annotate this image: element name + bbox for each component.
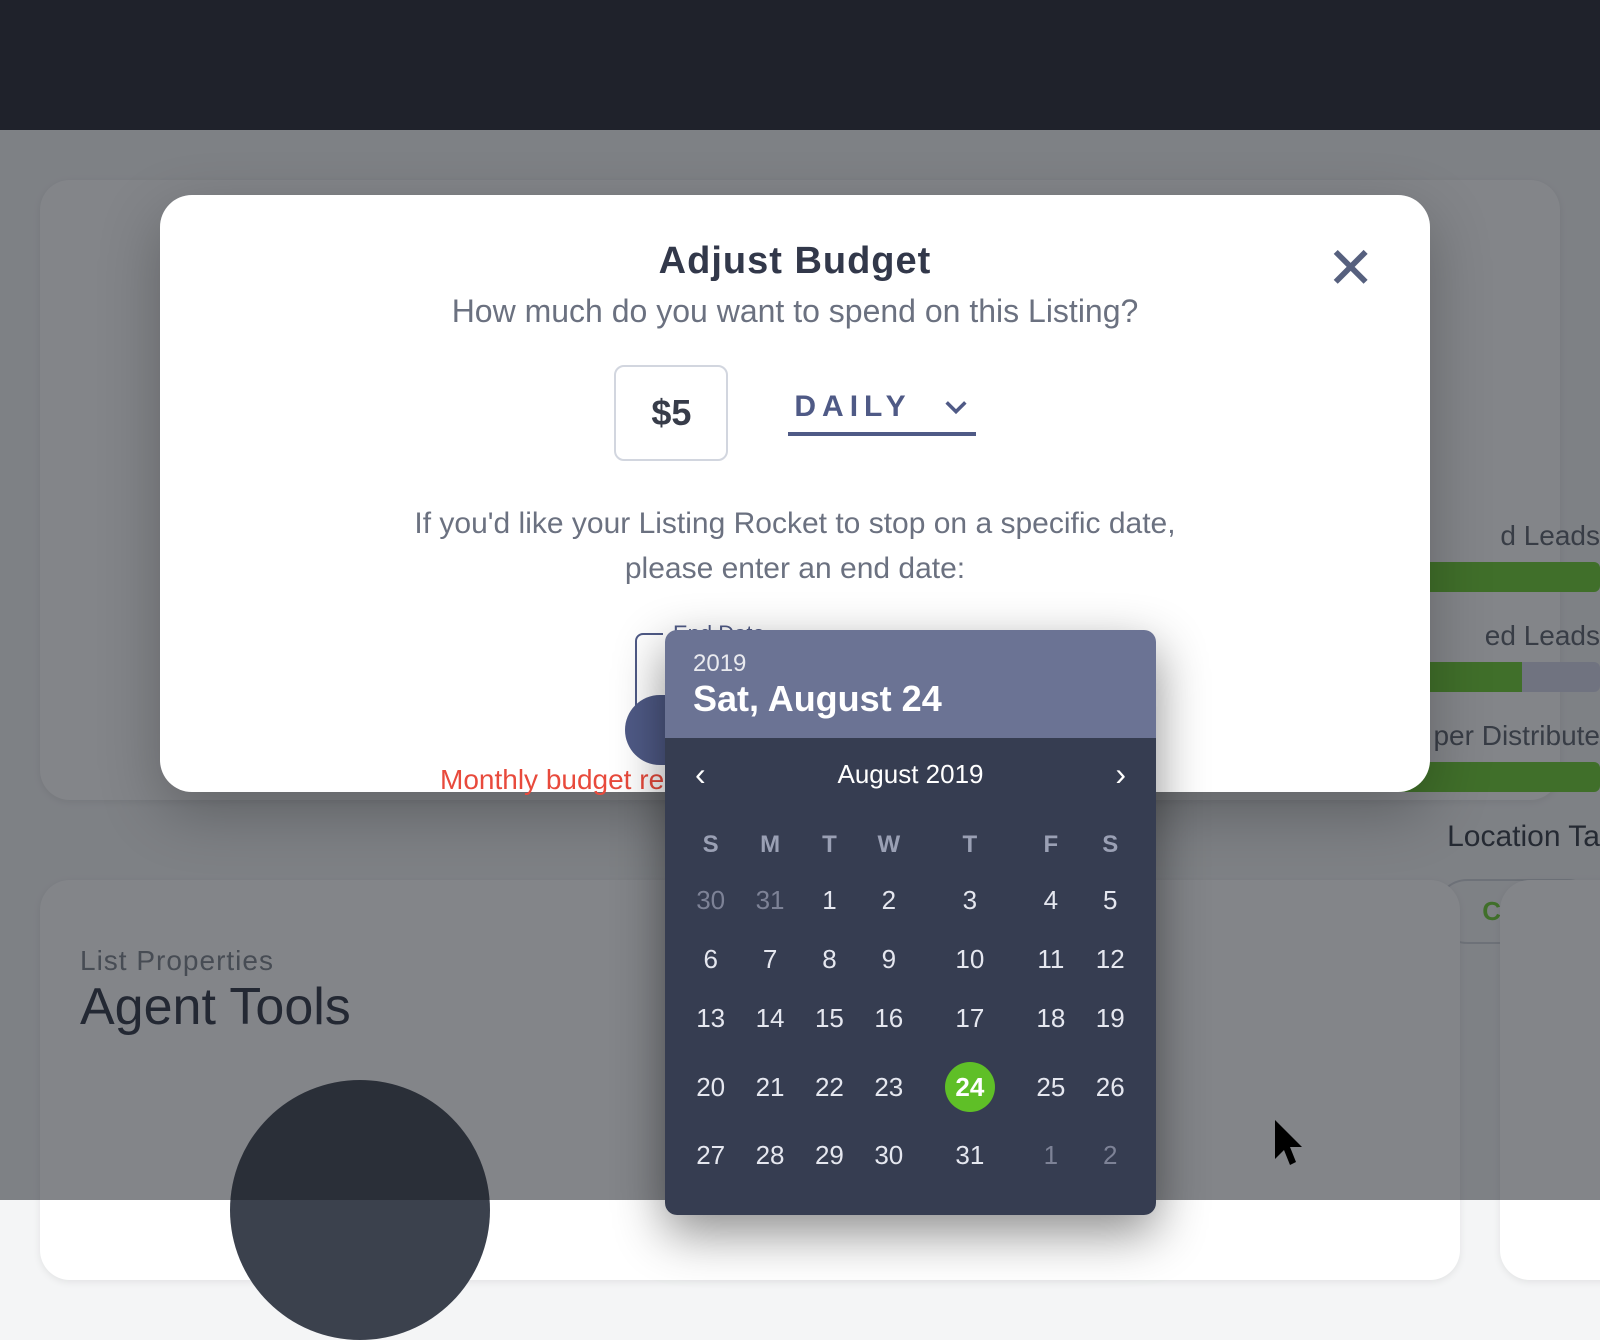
calendar-day[interactable]: 29: [800, 1126, 859, 1185]
modal-subtitle: How much do you want to spend on this Li…: [160, 293, 1430, 330]
calendar-day[interactable]: 12: [1081, 930, 1140, 989]
calendar-day[interactable]: 18: [1021, 989, 1080, 1048]
weekday-header: S: [1081, 819, 1140, 871]
calendar-day[interactable]: 9: [859, 930, 918, 989]
date-picker-selected-date[interactable]: Sat, August 24: [693, 678, 1128, 720]
calendar-day[interactable]: 11: [1021, 930, 1080, 989]
close-icon[interactable]: ✕: [1326, 240, 1375, 298]
calendar-day[interactable]: 14: [740, 989, 799, 1048]
month-label[interactable]: August 2019: [837, 759, 983, 790]
weekday-header: M: [740, 819, 799, 871]
calendar-day[interactable]: 19: [1081, 989, 1140, 1048]
calendar-day[interactable]: 1: [1021, 1126, 1080, 1185]
calendar-day[interactable]: 31: [740, 871, 799, 930]
calendar-day[interactable]: 6: [681, 930, 740, 989]
calendar-day[interactable]: 17: [919, 989, 1022, 1048]
calendar-day[interactable]: 7: [740, 930, 799, 989]
stop-date-helper: If you'd like your Listing Rocket to sto…: [160, 501, 1430, 591]
calendar-day[interactable]: 16: [859, 989, 918, 1048]
budget-amount-input[interactable]: $5: [614, 365, 728, 461]
calendar-day[interactable]: 2: [1081, 1126, 1140, 1185]
calendar-day[interactable]: 27: [681, 1126, 740, 1185]
calendar-day[interactable]: 25: [1021, 1048, 1080, 1126]
calendar-day[interactable]: 4: [1021, 871, 1080, 930]
app-top-bar: [0, 0, 1600, 130]
calendar-day[interactable]: 28: [740, 1126, 799, 1185]
frequency-select[interactable]: DAILY: [788, 390, 975, 436]
calendar-day[interactable]: 30: [859, 1126, 918, 1185]
calendar-day[interactable]: 5: [1081, 871, 1140, 930]
weekday-header: T: [919, 819, 1022, 871]
modal-title: Adjust Budget: [160, 240, 1430, 283]
calendar-day[interactable]: 22: [800, 1048, 859, 1126]
calendar-day[interactable]: 31: [919, 1126, 1022, 1185]
chevron-down-icon: [942, 393, 970, 421]
calendar-day[interactable]: 13: [681, 989, 740, 1048]
calendar-day[interactable]: 30: [681, 871, 740, 930]
calendar-day[interactable]: 1: [800, 871, 859, 930]
calendar-day[interactable]: 8: [800, 930, 859, 989]
weekday-header: F: [1021, 819, 1080, 871]
calendar-day[interactable]: 15: [800, 989, 859, 1048]
weekday-header: W: [859, 819, 918, 871]
calendar-day[interactable]: 10: [919, 930, 1022, 989]
calendar-day[interactable]: 2: [859, 871, 918, 930]
date-picker-popover: 2019 Sat, August 24 ‹ August 2019 › SMTW…: [665, 630, 1156, 1215]
calendar-day[interactable]: 23: [859, 1048, 918, 1126]
calendar-day[interactable]: 21: [740, 1048, 799, 1126]
date-picker-nav: ‹ August 2019 ›: [665, 738, 1156, 811]
mouse-cursor: [1275, 1120, 1311, 1168]
weekday-header: T: [800, 819, 859, 871]
calendar-day[interactable]: 24: [919, 1048, 1022, 1126]
calendar-day[interactable]: 20: [681, 1048, 740, 1126]
weekday-header: S: [681, 819, 740, 871]
date-picker-header: 2019 Sat, August 24: [665, 630, 1156, 738]
next-month-button[interactable]: ›: [1107, 752, 1134, 797]
date-picker-year[interactable]: 2019: [693, 650, 1128, 678]
calendar-grid: SMTWTFS 30311234567891011121314151617181…: [681, 819, 1140, 1185]
calendar-day[interactable]: 3: [919, 871, 1022, 930]
calendar-day-selected[interactable]: 24: [945, 1062, 995, 1112]
calendar-day[interactable]: 26: [1081, 1048, 1140, 1126]
frequency-label: DAILY: [794, 390, 911, 424]
prev-month-button[interactable]: ‹: [687, 752, 714, 797]
